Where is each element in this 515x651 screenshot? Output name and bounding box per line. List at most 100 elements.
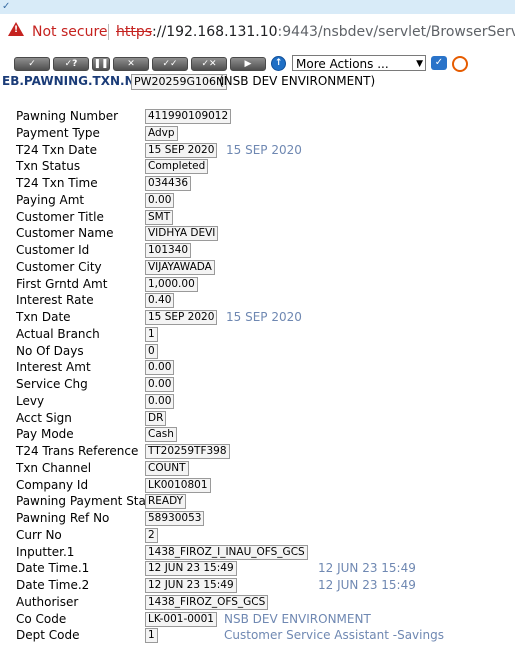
field-value[interactable]: 101340 [145,243,192,258]
field-value[interactable]: SMT [145,209,174,225]
field-value[interactable]: 15 SEP 2020 [145,142,218,158]
form-row: T24 Trans Reference TT20259TF398 [0,443,515,460]
address-bar[interactable]: ! Not secure https://192.168.131.10:9443… [0,14,515,51]
field-value[interactable]: 12 JUN 23 15:49 [145,561,237,577]
form-row: Txn Date 15 SEP 2020 15 SEP 2020 [0,309,515,326]
field-value[interactable]: VIJAYAWADA [145,259,215,275]
field-label: Customer Id [16,243,90,257]
field-value[interactable]: 1 [145,628,158,644]
next-button[interactable]: ▶ [230,57,266,71]
field-value[interactable]: LK-001-0001 [145,611,217,627]
field-enrichment: 15 SEP 2020 [226,142,302,157]
field-label: T24 Txn Time [16,176,98,190]
help-icon[interactable] [452,56,468,72]
form-row: Pawning Ref No 58930053 [0,510,515,527]
form-row: Levy 0.00 [0,393,515,410]
field-value[interactable]: 0.00 [145,192,175,208]
field-value[interactable]: 1 [145,326,158,342]
field-label: Interest Rate [16,293,94,308]
field-value[interactable]: 0.00 [145,377,175,392]
field-value[interactable]: 034436 [145,176,192,191]
field-label: Payment Type [16,125,100,140]
field-enrichment: 12 JUN 23 15:49 [318,578,416,592]
record-id-field[interactable]: PW20259G106N [131,74,228,90]
chevron-down-icon: ▼ [416,59,423,69]
field-label: T24 Txn Date [16,142,97,157]
field-value[interactable]: 0.00 [145,393,175,409]
field-value[interactable]: 1,000.00 [145,276,198,292]
form-row: Txn Channel COUNT [0,460,515,477]
field-label: Pawning Ref No [16,511,110,525]
form-row: Pawning Number 411990109012 [0,108,515,125]
field-value[interactable]: 58930053 [145,511,205,526]
field-value[interactable]: VIDHYA DEVI [145,226,219,242]
more-actions-value: More Actions ... [296,57,389,71]
upload-arrow-icon[interactable]: ↑ [271,56,286,71]
field-label: Actual Branch [16,326,100,341]
url-path: :9443/nsbdev/servlet/BrowserServlet [277,24,515,40]
field-label: Date Time.1 [16,561,90,576]
field-enrichment: Customer Service Assistant -Savings [224,628,444,643]
field-value[interactable]: Completed [145,159,209,175]
field-value[interactable]: 0.40 [145,293,175,309]
field-value[interactable]: LK0010801 [145,477,211,493]
field-label: Acct Sign [16,410,72,425]
form-row: Acct Sign DR [0,410,515,427]
field-label: First Grntd Amt [16,276,108,291]
window-titlebar: ✓ [0,0,515,14]
form-row: Pay Mode Cash [0,426,515,443]
field-label: Pay Mode [16,427,74,442]
delete-button[interactable]: ✕ [113,57,149,71]
form-row: Co Code LK-001-0001 NSB DEV ENVIRONMENT [0,611,515,628]
form-row: Customer Id 101340 [0,242,515,259]
form-row: Txn Status Completed [0,158,515,175]
field-label: Dept Code [16,628,80,643]
form-row: No Of Days 0 [0,343,515,360]
not-secure-label[interactable]: Not secure [32,23,108,41]
field-value[interactable]: COUNT [145,460,189,476]
field-value[interactable]: 1438_FIROZ_OFS_GCS [145,594,269,610]
field-value[interactable]: READY [145,494,187,510]
field-value[interactable]: 15 SEP 2020 [145,310,218,325]
field-label: Co Code [16,611,67,626]
screen-code: EB.PAWNING.TXN.NSB [2,74,153,88]
more-actions-select[interactable]: More Actions ... ▼ [292,55,426,71]
field-value[interactable]: Cash [145,427,177,443]
hold-button[interactable]: ❚❚ [92,57,110,71]
form-row: Interest Amt 0.00 [0,359,515,376]
field-value[interactable]: 0 [145,343,158,359]
field-label: Curr No [16,527,62,542]
form-row: Curr No 2 [0,527,515,544]
url-host: ://192.168.131.10 [152,24,278,40]
form-row: First Grntd Amt 1,000.00 [0,276,515,293]
field-value[interactable]: DR [145,410,167,426]
field-value[interactable]: 2 [145,527,158,543]
field-value[interactable]: 411990109012 [145,109,232,124]
commit-button[interactable]: ✓ [14,57,50,71]
field-label: Customer Title [16,209,104,224]
field-value[interactable]: 1438_FIROZ_I_INAU_OFS_GCS [145,544,308,560]
authorise-button[interactable]: ✓✓ [152,57,188,71]
url-scheme: https [116,24,153,40]
field-label: No Of Days [16,343,84,358]
url-text[interactable]: https://192.168.131.10:9443/nsbdev/servl… [116,23,515,41]
field-label: Service Chg [16,377,88,391]
form-row: Customer City VIJAYAWADA [0,259,515,276]
go-button[interactable]: ✓ [431,56,447,70]
field-value[interactable]: 12 JUN 23 15:49 [145,578,237,593]
field-label: Inputter.1 [16,544,75,559]
reverse-button[interactable]: ✓✕ [191,57,227,71]
validate-button[interactable]: ✓? [53,57,89,71]
environment-label: (NSB DEV ENVIRONMENT) [219,74,376,88]
warning-icon[interactable]: ! [8,22,24,36]
field-value[interactable]: Advp [145,125,178,141]
field-value[interactable]: TT20259TF398 [145,444,230,459]
field-value[interactable]: 0.00 [145,360,175,376]
field-label: T24 Trans Reference [16,444,139,458]
field-label: Txn Date [16,310,71,324]
field-label: Txn Channel [16,460,92,475]
field-label: Authoriser [16,594,79,609]
form-row: Date Time.1 12 JUN 23 15:49 12 JUN 23 15:4… [0,560,515,577]
form-row: Paying Amt 0.00 [0,192,515,209]
field-enrichment: NSB DEV ENVIRONMENT [224,611,371,626]
